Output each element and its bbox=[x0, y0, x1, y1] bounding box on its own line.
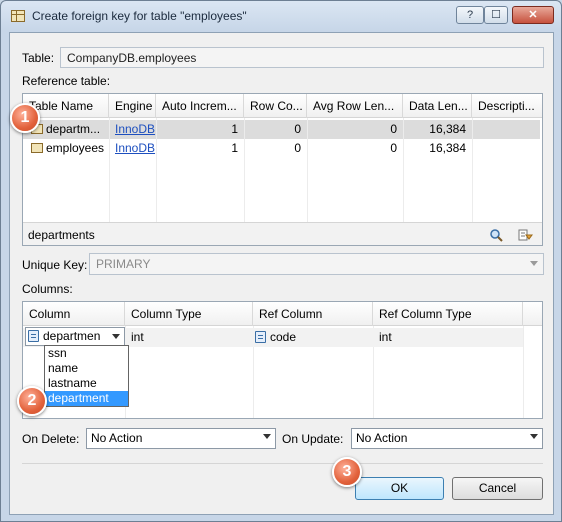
dropdown-option-lastname[interactable]: lastname bbox=[45, 376, 128, 391]
column-header[interactable]: Column Type bbox=[125, 302, 253, 326]
window-title: Create foreign key for table "employees" bbox=[32, 9, 247, 23]
on-delete-value: No Action bbox=[91, 431, 143, 445]
engine-cell[interactable]: InnoDB bbox=[115, 139, 156, 158]
table-label: Table: bbox=[22, 51, 55, 65]
reference-table-footer: departments bbox=[23, 222, 542, 245]
engine-link[interactable]: InnoDB bbox=[115, 122, 155, 136]
dropdown-option-department[interactable]: department bbox=[45, 391, 128, 406]
auto-increment-cell: 1 bbox=[231, 141, 238, 155]
reference-table-grid: Table Name Engine Auto Increm... Row Co.… bbox=[22, 93, 543, 246]
separator bbox=[22, 463, 543, 464]
engine-link[interactable]: InnoDB bbox=[115, 141, 155, 155]
columns-label: Columns: bbox=[22, 282, 73, 296]
avg-row-length-cell: 0 bbox=[390, 141, 397, 155]
unique-key-label: Unique Key: bbox=[22, 258, 88, 272]
avg-row-length-cell: 0 bbox=[390, 122, 397, 136]
column-header[interactable]: Row Co... bbox=[244, 94, 307, 118]
column-combo-value: departmen bbox=[43, 329, 101, 343]
maximize-button[interactable]: ☐ bbox=[484, 6, 508, 24]
cancel-button[interactable]: Cancel bbox=[452, 477, 543, 500]
table-icon bbox=[31, 143, 43, 153]
engine-cell[interactable]: InnoDB bbox=[115, 120, 156, 139]
table-name-cell: departm... bbox=[31, 120, 109, 139]
help-button[interactable]: ? bbox=[456, 6, 484, 24]
column-type-cell: int bbox=[131, 330, 144, 344]
column-dropdown-list: ssn name lastname department bbox=[44, 345, 129, 407]
table-row[interactable]: employees InnoDB 1 0 0 16,384 bbox=[23, 139, 540, 158]
table-icon bbox=[11, 10, 25, 22]
data-length-cell: 16,384 bbox=[429, 141, 466, 155]
on-delete-label: On Delete: bbox=[22, 432, 80, 446]
on-update-value: No Action bbox=[356, 431, 408, 445]
column-header[interactable]: Engine bbox=[109, 94, 156, 118]
callout-badge-3: 3 bbox=[332, 457, 362, 487]
dropdown-option-name[interactable]: name bbox=[45, 361, 128, 376]
unique-key-value: PRIMARY bbox=[96, 257, 151, 271]
column-header[interactable]: Ref Column bbox=[253, 302, 373, 326]
chevron-down-icon[interactable] bbox=[112, 334, 120, 339]
ok-button[interactable]: OK bbox=[355, 477, 444, 500]
search-icon[interactable] bbox=[489, 228, 503, 242]
ref-column-cell: code bbox=[255, 328, 371, 347]
dialog-content: Table: CompanyDB.employees Reference tab… bbox=[9, 32, 554, 515]
column-header[interactable]: Data Len... bbox=[403, 94, 472, 118]
on-delete-select[interactable]: No Action bbox=[86, 428, 276, 449]
callout-badge-1: 1 bbox=[10, 103, 40, 133]
table-field: CompanyDB.employees bbox=[60, 47, 544, 68]
reference-table-label: Reference table: bbox=[22, 74, 111, 88]
unique-key-combo[interactable]: PRIMARY bbox=[89, 253, 544, 275]
chevron-down-icon bbox=[530, 434, 538, 439]
column-header[interactable]: Auto Increm... bbox=[156, 94, 244, 118]
row-count-cell: 0 bbox=[294, 141, 301, 155]
selected-table-name: departments bbox=[28, 228, 95, 242]
row-count-cell: 0 bbox=[294, 122, 301, 136]
chevron-down-icon bbox=[530, 261, 538, 266]
ref-column-type-cell: int bbox=[379, 330, 392, 344]
column-header[interactable]: Descripti... bbox=[472, 94, 542, 118]
table-row[interactable]: departm... InnoDB 1 0 0 16,384 bbox=[23, 120, 540, 139]
data-length-cell: 16,384 bbox=[429, 122, 466, 136]
column-combo[interactable]: departmen bbox=[25, 327, 125, 346]
ref-column-value: code bbox=[270, 330, 297, 344]
column-icon bbox=[255, 331, 266, 343]
column-header[interactable]: Avg Row Len... bbox=[307, 94, 403, 118]
table-name: employees bbox=[46, 141, 105, 155]
columns-header: Column Column Type Ref Column Ref Column… bbox=[23, 302, 542, 326]
auto-increment-cell: 1 bbox=[231, 122, 238, 136]
column-header[interactable]: Column bbox=[23, 302, 125, 326]
column-header[interactable]: Ref Column Type bbox=[373, 302, 523, 326]
table-name-cell: employees bbox=[31, 139, 109, 158]
column-icon bbox=[28, 330, 39, 342]
dialog-window: Create foreign key for table "employees"… bbox=[0, 0, 562, 522]
dropdown-option-ssn[interactable]: ssn bbox=[45, 346, 128, 361]
filter-settings-icon[interactable] bbox=[517, 227, 533, 243]
close-button[interactable]: ✕ bbox=[512, 6, 554, 24]
reference-table-header: Table Name Engine Auto Increm... Row Co.… bbox=[23, 94, 542, 118]
chevron-down-icon bbox=[263, 434, 271, 439]
on-update-label: On Update: bbox=[282, 432, 344, 446]
title-bar: Create foreign key for table "employees"… bbox=[1, 1, 561, 31]
callout-badge-2: 2 bbox=[17, 386, 47, 416]
table-name: departm... bbox=[46, 122, 101, 136]
on-update-select[interactable]: No Action bbox=[351, 428, 543, 449]
